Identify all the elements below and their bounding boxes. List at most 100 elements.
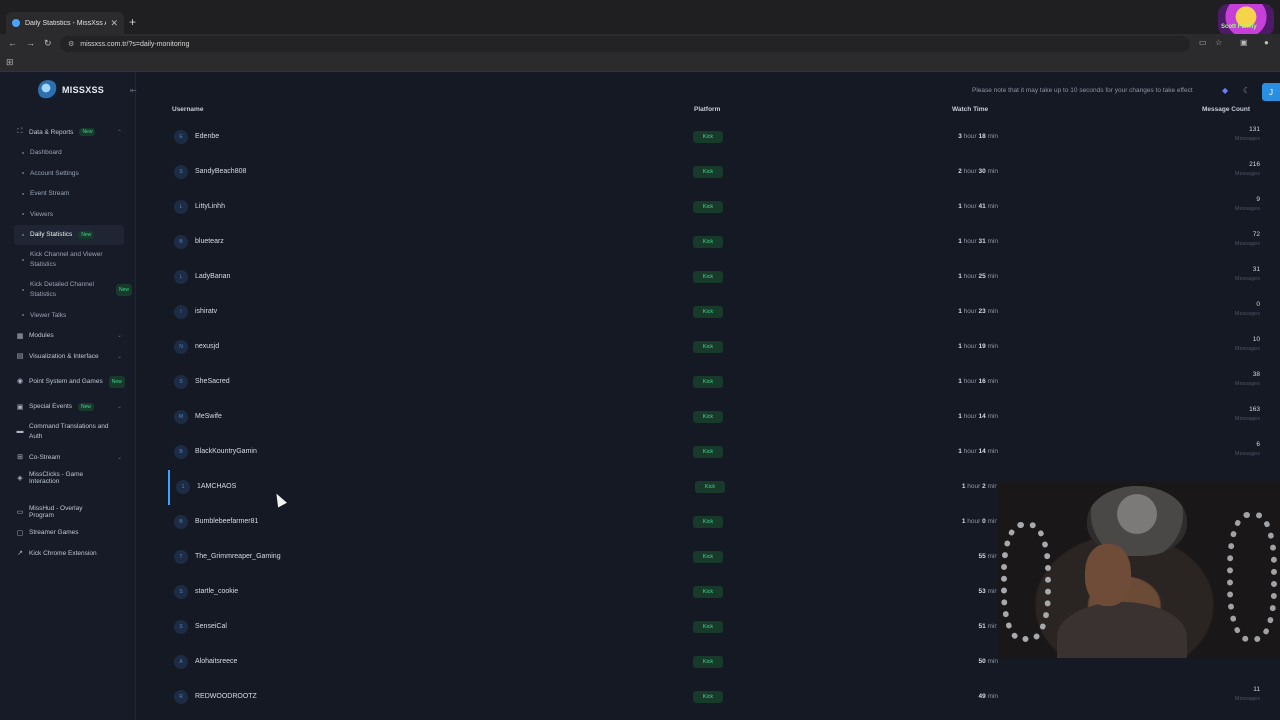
col-header-platform[interactable]: Platform xyxy=(694,106,720,113)
minutes-value: 2 xyxy=(982,483,986,490)
close-tab-icon[interactable]: ✕ xyxy=(110,18,118,29)
message-count-value: 163 xyxy=(1249,406,1260,413)
tab-title: Daily Statistics - MissXss AI Bot xyxy=(25,19,106,27)
hours-value: 1 xyxy=(958,413,962,420)
sidebar-item[interactable]: ▭ MissHud - Overlay Program xyxy=(0,502,136,523)
discord-icon[interactable]: ◆ xyxy=(1222,86,1228,95)
sidebar-item[interactable]: Event Stream xyxy=(0,184,136,205)
watch-time-cell: 1 hour 14 min xyxy=(958,413,998,420)
username-cell[interactable]: LadyBanan xyxy=(195,273,230,280)
table-row[interactable]: M MeSwife Kick 1 hour 14 min 163 Messages xyxy=(168,400,1268,435)
username-cell[interactable]: bluetearz xyxy=(195,238,224,245)
sidebar-item[interactable]: ◉ Point System and Games New ⌄ xyxy=(0,367,136,397)
sidebar-item[interactable]: Kick Channel and Viewer Statistics xyxy=(0,245,136,275)
minutes-unit: min xyxy=(987,693,998,700)
sidebar-item[interactable]: ▤ Visualization & Interface ⌄ xyxy=(0,346,136,367)
chevron-icon: ⌄ xyxy=(116,333,122,340)
sidebar-item-label: MissClicks - Game Interaction xyxy=(29,470,84,485)
sidebar-item-label: Point System and Games xyxy=(29,377,103,385)
sidebar-item[interactable]: ▬ Command Translations and Auth xyxy=(0,417,136,447)
sidebar-item[interactable]: Viewer Talks xyxy=(0,305,136,326)
username-cell[interactable]: MeSwife xyxy=(195,413,222,420)
site-info-icon[interactable]: ⚙ xyxy=(68,40,74,48)
browser-tab[interactable]: Daily Statistics - MissXss AI Bot ✕ xyxy=(6,12,124,34)
table-row[interactable]: Bbluetearz Kick 1 hour 31 min 72 Messages xyxy=(168,225,1268,260)
sidebar-menu: ⛶ Data & Reports New ⌃ Dashboard Account Sett… xyxy=(0,122,136,564)
username-cell[interactable]: 1AMCHAOS xyxy=(197,483,236,490)
sidebar-item[interactable]: Account Settings xyxy=(0,163,136,184)
username-cell[interactable]: ishiratv xyxy=(195,308,217,315)
save-notice: Please note that it may take up to 10 se… xyxy=(972,87,1193,94)
username-cell[interactable]: SandyBeach808 xyxy=(195,168,246,175)
table-row[interactable]: B BlackKountryGamin Kick 1 hour 14 min 6 Mess… xyxy=(168,435,1268,470)
back-icon[interactable]: ← xyxy=(8,38,17,48)
table-row[interactable]: L LittyLinhh Kick 1 hour 41 min 9 Messages xyxy=(168,190,1268,225)
username-cell[interactable]: Alohaitsreece xyxy=(195,658,237,665)
username-cell[interactable]: The_Grimmreaper_Gaming xyxy=(195,553,281,560)
favicon-icon xyxy=(12,19,20,27)
sidebar-item[interactable]: ⛶ Data & Reports New ⌃ xyxy=(0,122,136,143)
brand-name: MISSXSS xyxy=(62,85,105,95)
cast-icon[interactable]: ▭ xyxy=(1199,38,1207,47)
hours-unit: hour xyxy=(963,308,977,315)
new-badge: New xyxy=(116,284,133,296)
table-row[interactable]: E Edenbe Kick 3 hour 18 min 131 Messages xyxy=(168,120,1268,155)
username-cell[interactable]: REDWOODROOTZ xyxy=(195,693,257,700)
bullet-icon xyxy=(22,151,24,154)
table-row[interactable]: L LadyBanan Kick 1 hour 25 min 31 Messages xyxy=(168,260,1268,295)
sidebar-item[interactable]: Dashboard xyxy=(0,143,136,164)
brand-logo[interactable]: MISSXSS xyxy=(38,80,104,100)
url-input[interactable]: ⚙ missxss.com.tr/?s=daily-monitoring xyxy=(60,36,1190,52)
sidebar-item[interactable]: Daily Statistics New xyxy=(14,224,124,245)
username-cell[interactable]: startle_cookie xyxy=(195,588,238,595)
username-cell[interactable]: Edenbe xyxy=(195,133,219,140)
theme-toggle-icon[interactable]: ☾ xyxy=(1243,86,1250,95)
sidebar-item[interactable]: ◈ MissClicks - Game Interaction xyxy=(0,468,136,489)
col-header-message-count[interactable]: Message Count xyxy=(1202,106,1250,113)
username-cell[interactable]: LittyLinhh xyxy=(195,203,225,210)
platform-badge: Kick xyxy=(693,551,723,563)
hours-unit: hour xyxy=(963,203,977,210)
table-row[interactable]: Iishiratv Kick 1 hour 23 min 0 Messages xyxy=(168,295,1268,330)
reload-icon[interactable]: ↻ xyxy=(44,38,52,49)
hours-unit: hour xyxy=(967,518,981,525)
table-row[interactable]: Nnexusjd Kick 1 hour 19 min 10 Messages xyxy=(168,330,1268,365)
platform-badge: Kick xyxy=(693,691,723,703)
message-count-value: 10 xyxy=(1252,336,1260,343)
username-cell[interactable]: Bumblebeefarmer81 xyxy=(195,518,258,525)
col-header-username[interactable]: Username xyxy=(172,106,203,113)
username-cell[interactable]: nexusjd xyxy=(195,343,219,350)
sidebar-item[interactable]: ⊞ Co-Stream ⌄ xyxy=(0,447,136,468)
bookmark-star-icon[interactable]: ☆ xyxy=(1215,38,1222,47)
table-row[interactable]: S SandyBeach808 Kick 2 hour 30 min 216 Messag… xyxy=(168,155,1268,190)
sidebar-item-label: Data & Reports xyxy=(29,128,74,136)
sidebar-item[interactable]: ▣ Special Events New ⌄ xyxy=(0,397,136,418)
table-row[interactable]: S SheSacred Kick 1 hour 16 min 38 Messages xyxy=(168,365,1268,400)
sidebar-item[interactable]: ▦ Modules ⌄ xyxy=(0,326,136,347)
bullet-icon xyxy=(22,172,24,175)
sidebar-item[interactable]: ↗ Kick Chrome Extension xyxy=(0,543,136,564)
sidepanel-icon[interactable]: ▣ xyxy=(1240,38,1248,47)
user-avatar-button[interactable]: J xyxy=(1262,83,1280,101)
message-count-cell: 131 Messages xyxy=(1235,126,1260,142)
message-count-value: 31 xyxy=(1252,266,1260,273)
sidebar-item[interactable]: Kick Detailed Channel Statistics New xyxy=(0,275,136,305)
minutes-unit: min xyxy=(987,273,998,280)
sidebar-item[interactable]: ▢ Streamer Games xyxy=(0,523,136,544)
url-text: missxss.com.tr/?s=daily-monitoring xyxy=(80,40,190,48)
username-cell[interactable]: BlackKountryGamin xyxy=(195,448,257,455)
username-cell[interactable]: SenseiCal xyxy=(195,623,227,630)
chevron-icon: ⌄ xyxy=(116,353,122,360)
sidebar-section-icon: ▬ xyxy=(16,428,24,435)
col-header-watch-time[interactable]: Watch Time xyxy=(952,106,988,113)
table-row[interactable]: R REDWOODROOTZ Kick 49 min 11 Messages xyxy=(168,680,1268,715)
new-tab-icon[interactable]: + xyxy=(129,15,136,29)
forward-icon[interactable]: → xyxy=(26,38,35,48)
collapse-sidebar-icon[interactable]: ⇤ xyxy=(130,86,137,95)
apps-grid-icon[interactable]: ⊞ xyxy=(6,57,14,68)
username-cell[interactable]: SheSacred xyxy=(195,378,230,385)
profile-icon[interactable]: ● xyxy=(1264,38,1269,47)
sidebar-item[interactable]: Viewers xyxy=(0,204,136,225)
streamer-face xyxy=(1085,544,1131,606)
watch-time-cell: 53 min xyxy=(978,588,998,595)
